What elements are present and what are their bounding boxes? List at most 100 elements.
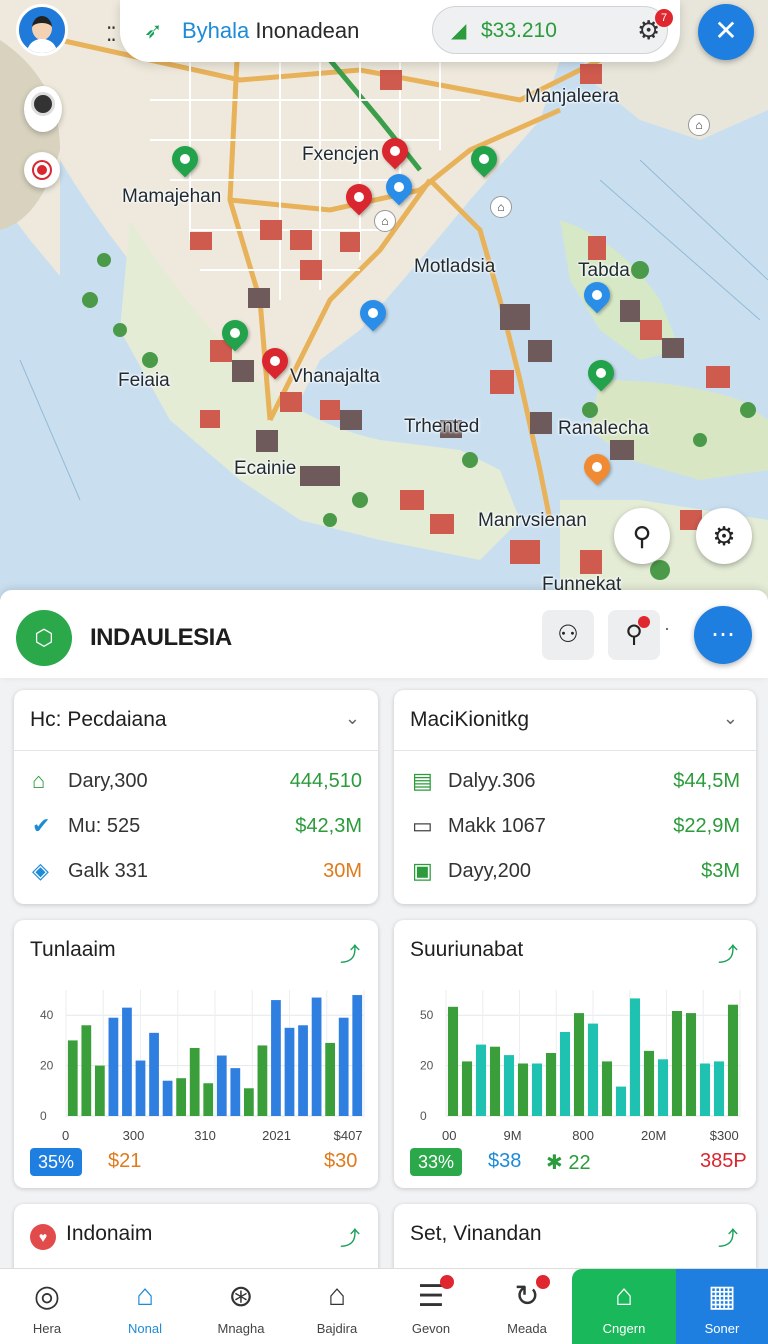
chart-bar[interactable] xyxy=(461,1061,473,1116)
notification-badge xyxy=(536,1275,550,1289)
list-item[interactable]: ◈ Galk 331 30M xyxy=(14,852,378,892)
nav-item-nonal[interactable]: ⌂ Nonal xyxy=(98,1269,192,1344)
chart-bar[interactable] xyxy=(216,1055,227,1116)
chart-bar[interactable] xyxy=(489,1046,501,1116)
chart-bar[interactable] xyxy=(298,1025,308,1116)
chart-bar[interactable] xyxy=(122,1007,132,1116)
poi-marker-icon[interactable]: ⌂ xyxy=(374,210,396,232)
list-item[interactable]: ⌂ Dary,300 444,510 xyxy=(14,762,378,802)
chart-bar[interactable] xyxy=(531,1063,543,1117)
chart-bar[interactable] xyxy=(573,1013,585,1116)
row-value: $3M xyxy=(701,860,740,882)
alert-badge xyxy=(638,616,650,628)
metric-value: $30 xyxy=(324,1150,358,1172)
poi-marker-icon[interactable]: ⌂ xyxy=(490,196,512,218)
chart-bar[interactable] xyxy=(203,1083,214,1116)
map-label: Mamajehan xyxy=(122,186,222,207)
user-button[interactable]: ⚇ xyxy=(542,610,594,660)
profile-locator-button[interactable] xyxy=(24,86,62,132)
region-logo-icon[interactable]: ⬡ xyxy=(16,610,72,666)
chart-bar[interactable] xyxy=(601,1061,613,1116)
region-title: INDAULESIA xyxy=(90,624,232,651)
map-label: Feiaia xyxy=(118,370,170,391)
x-tick-label: 800 xyxy=(572,1128,594,1143)
chart-bar[interactable] xyxy=(108,1017,119,1116)
drag-handle-icon[interactable]: ⁚⁚ xyxy=(106,22,117,47)
chart-bar[interactable] xyxy=(311,997,322,1116)
chart-bar[interactable] xyxy=(503,1055,515,1116)
chart-bar[interactable] xyxy=(230,1068,241,1116)
chart-bar[interactable] xyxy=(685,1013,697,1116)
search-alert-button[interactable]: ⚲ xyxy=(608,610,660,660)
refresh-icon: ↻ xyxy=(514,1280,540,1313)
chart-bar[interactable] xyxy=(727,1004,739,1116)
chart-bar[interactable] xyxy=(475,1044,487,1116)
nav-item-gevon[interactable]: ☰ Gevon xyxy=(384,1269,478,1344)
chart-bar[interactable] xyxy=(671,1011,683,1116)
chart-bar[interactable] xyxy=(559,1032,571,1116)
nav-item-cngern[interactable]: ⌂ Cngern xyxy=(572,1269,676,1344)
metric-value: $21 xyxy=(108,1150,142,1172)
close-navigation-button[interactable]: ✕ xyxy=(698,4,754,60)
chart-bar[interactable] xyxy=(67,1040,78,1116)
chart-bar[interactable] xyxy=(713,1061,725,1116)
film-icon: ⊛ xyxy=(228,1280,254,1313)
check-icon: ✔ xyxy=(32,813,51,838)
map-label: Tabda xyxy=(578,260,630,281)
chart-bar[interactable] xyxy=(189,1047,200,1116)
record-button[interactable] xyxy=(24,152,60,188)
trend-icon[interactable]: ⤴ xyxy=(718,1222,738,1251)
chart-bar[interactable] xyxy=(284,1027,295,1116)
balance-pill[interactable]: ◢ $33.210 ⚙ 7 xyxy=(432,6,673,54)
map-label: Ranalecha xyxy=(558,418,649,439)
chart-bar[interactable] xyxy=(149,1032,159,1116)
poi-marker-icon[interactable]: ⌂ xyxy=(688,114,710,136)
list-item[interactable]: ▭ Makk 1067 $22,9M xyxy=(394,807,756,847)
chart-bar[interactable] xyxy=(657,1059,669,1116)
nav-item-bajdira[interactable]: ⌂ Bajdira xyxy=(290,1269,384,1344)
map-search-button[interactable]: ⚲ xyxy=(614,508,670,564)
chart-bar[interactable] xyxy=(615,1086,627,1116)
chart-bar[interactable] xyxy=(162,1080,173,1116)
apps-grid-button[interactable]: ⋯ xyxy=(694,606,752,664)
chart-bar[interactable] xyxy=(587,1023,599,1116)
chart-bar[interactable] xyxy=(352,995,363,1116)
user-avatar[interactable] xyxy=(16,4,68,56)
map-label: Ecainie xyxy=(234,458,297,479)
map-settings-button[interactable]: ⚙ xyxy=(696,508,752,564)
chart-bar[interactable] xyxy=(176,1078,187,1116)
nav-item-meada[interactable]: ↻ Meada xyxy=(480,1269,574,1344)
map-view[interactable]: Manjaleera Fxencjen Mamajehan Motladsia … xyxy=(0,0,768,600)
chart-bar[interactable] xyxy=(643,1050,655,1116)
x-tick-label: 310 xyxy=(194,1128,216,1143)
chart-bar[interactable] xyxy=(94,1065,105,1116)
chart-bar[interactable] xyxy=(271,1000,281,1116)
metric-value: 385P xyxy=(700,1150,747,1172)
list-item[interactable]: ▣ Dayy,200 $3M xyxy=(394,852,756,892)
chevron-down-icon[interactable]: ⌄ xyxy=(345,708,360,729)
chart-bar[interactable] xyxy=(629,998,641,1116)
x-tick-label: 9M xyxy=(504,1128,522,1143)
chart-bar[interactable] xyxy=(699,1063,711,1117)
chart-bar[interactable] xyxy=(545,1053,557,1116)
nav-item-mnagha[interactable]: ⊛ Mnagha xyxy=(194,1269,288,1344)
chart-bar[interactable] xyxy=(81,1025,92,1116)
chart-bar[interactable] xyxy=(325,1042,336,1116)
nav-item-hera[interactable]: ◎ Hera xyxy=(0,1269,94,1344)
x-tick-label: 2021 xyxy=(262,1128,291,1143)
chart-bar[interactable] xyxy=(257,1045,268,1116)
list-item[interactable]: ✔ Mu: 525 $42,3M xyxy=(14,807,378,847)
nav-label: Hera xyxy=(32,1321,62,1336)
chart-bar[interactable] xyxy=(447,1006,459,1116)
nav-item-soner[interactable]: ▦ Soner xyxy=(676,1269,768,1344)
left-summary-card: Hc: Pecdaiana ⌄ ⌂ Dary,300 444,510 ✔ Mu:… xyxy=(14,690,378,904)
avatar-body-icon xyxy=(27,39,57,53)
chart-bar[interactable] xyxy=(135,1060,146,1116)
list-item[interactable]: ▤ Dalyy.306 $44,5M xyxy=(394,762,756,802)
trend-icon[interactable]: ⤴ xyxy=(340,1222,360,1251)
row-value: $42,3M xyxy=(295,815,362,837)
chart-bar[interactable] xyxy=(338,1017,349,1116)
chevron-down-icon[interactable]: ⌄ xyxy=(723,708,738,729)
chart-bar[interactable] xyxy=(517,1063,529,1117)
chart-bar[interactable] xyxy=(243,1088,254,1116)
